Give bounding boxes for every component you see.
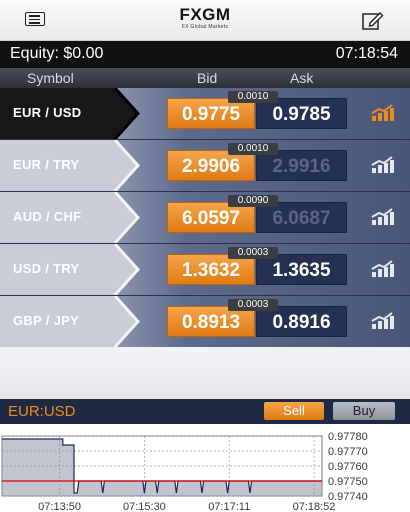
logo-main: FXGM	[179, 5, 231, 24]
symbol-tab[interactable]: GBP / JPY	[0, 296, 140, 347]
y-tick-label: 0.97750	[328, 476, 368, 488]
quote-row[interactable]: USD / TRY 1.3632 1.3635 0.0003	[0, 244, 410, 296]
symbol-label: GBP / JPY	[13, 313, 80, 328]
ask-column: Ask	[290, 70, 314, 86]
spread-badge: 0.0090	[228, 195, 278, 207]
quote-row[interactable]: EUR / USD 0.9775 0.9785 0.0010	[0, 88, 410, 140]
symbol-label: EUR / TRY	[13, 157, 80, 172]
symbol-label: USD / TRY	[13, 261, 80, 276]
equity-value: Equity: $0.00	[10, 45, 104, 62]
symbol-column: Symbol	[27, 70, 74, 86]
symbol-label: AUD / CHF	[13, 209, 82, 224]
y-tick-label: 0.97760	[328, 461, 368, 473]
buy-button[interactable]: Buy	[333, 402, 395, 420]
symbol-tab[interactable]: USD / TRY	[0, 244, 140, 295]
quote-row[interactable]: AUD / CHF 6.0597 6.0687 0.0090	[0, 192, 410, 244]
x-tick-label: 07:18:52	[293, 501, 336, 512]
quote-row[interactable]: GBP / JPY 0.8913 0.8916 0.0003	[0, 296, 410, 348]
column-header: Symbol Bid Ask	[0, 68, 410, 88]
trend-icon[interactable]	[371, 104, 395, 122]
spread-badge: 0.0003	[228, 247, 278, 259]
symbol-tab[interactable]: AUD / CHF	[0, 192, 140, 243]
quote-row[interactable]: EUR / TRY 2.9906 2.9916 0.0010	[0, 140, 410, 192]
sell-button[interactable]: Sell	[264, 402, 324, 420]
logo: FXGM FX Global Markets	[0, 5, 410, 31]
y-tick-label: 0.97780	[328, 431, 368, 443]
x-tick-label: 07:13:50	[38, 501, 81, 512]
pencil-square-icon[interactable]	[362, 10, 384, 30]
symbol-tab[interactable]: EUR / USD	[0, 88, 140, 139]
logo-subtitle: FX Global Markets	[181, 24, 229, 30]
price-chart: 0.977800.977700.977600.977500.9774007:13…	[1, 431, 368, 512]
trade-bar: EUR:USD Sell Buy	[0, 399, 410, 424]
spread-badge: 0.0003	[228, 299, 278, 311]
empty-area	[0, 347, 410, 399]
spread-badge: 0.0010	[228, 91, 278, 103]
bid-column: Bid	[197, 70, 218, 86]
trend-icon[interactable]	[371, 260, 395, 278]
spread-badge: 0.0010	[228, 143, 278, 155]
selected-pair: EUR:USD	[8, 403, 76, 420]
x-tick-label: 07:15:30	[123, 501, 166, 512]
y-tick-label: 0.97770	[328, 446, 368, 458]
symbol-label: EUR / USD	[13, 105, 82, 120]
equity-bar: Equity: $0.00 07:18:54	[0, 41, 410, 68]
trend-icon[interactable]	[371, 156, 395, 174]
symbol-tab[interactable]: EUR / TRY	[0, 140, 140, 191]
trend-icon[interactable]	[371, 208, 395, 226]
app-header: FXGM FX Global Markets	[0, 0, 410, 41]
clock: 07:18:54	[335, 45, 398, 62]
trend-icon[interactable]	[371, 312, 395, 330]
x-tick-label: 07:17:11	[208, 501, 250, 512]
